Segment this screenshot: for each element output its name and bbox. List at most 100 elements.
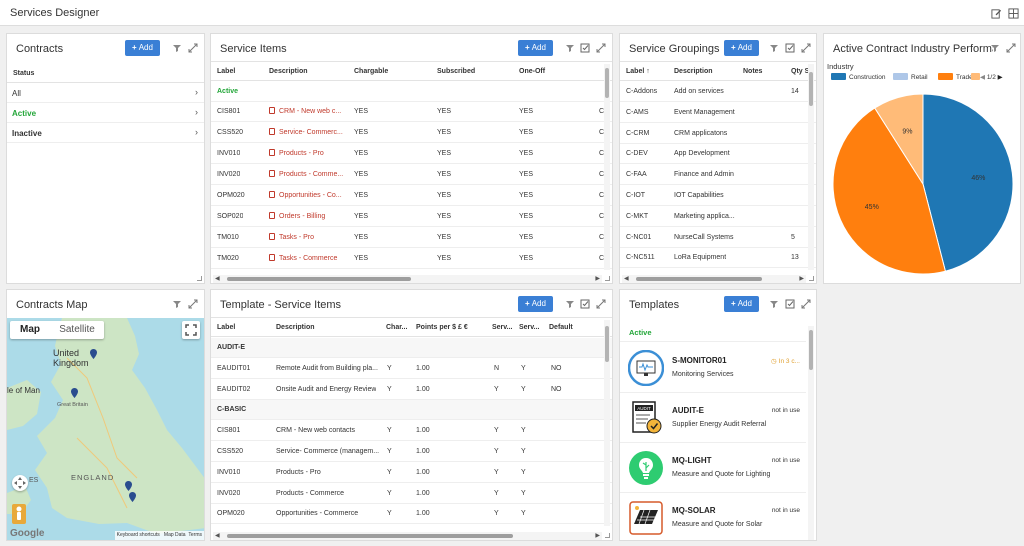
- filter-icon[interactable]: [769, 299, 779, 309]
- column-description[interactable]: Description: [674, 62, 713, 82]
- resize-handle[interactable]: [605, 276, 610, 281]
- column-label[interactable]: Label ↑: [626, 62, 650, 82]
- table-row[interactable]: C-IOT IOT Capabilities: [620, 186, 816, 206]
- resize-handle[interactable]: [809, 276, 814, 281]
- table-row[interactable]: EAUDIT01 Remote Audit from Building pla..…: [211, 359, 612, 379]
- table-row[interactable]: C-MKT Marketing applica...: [620, 207, 816, 227]
- template-item[interactable]: MQ-LIGHT Measure and Quote for Lighting no…: [620, 443, 806, 493]
- expand-icon[interactable]: [596, 43, 606, 53]
- template-item[interactable]: AUDIT AUDIT-E Supplier Energy Audit Referr…: [620, 393, 806, 443]
- table-row[interactable]: C-NC511 LoRa Equipment 13: [620, 248, 816, 269]
- add-template-button[interactable]: + Add: [724, 296, 759, 312]
- table-row[interactable]: CIS801 CRM - New web contacts Y 1.00 Y Y: [211, 421, 612, 442]
- resize-handle[interactable]: [197, 276, 202, 281]
- template-item[interactable]: MQ-SOLAR Measure and Quote for Solar not i…: [620, 493, 806, 540]
- map-canvas[interactable]: Map Satellite United Kingdom le of Man G…: [7, 318, 204, 540]
- add-service-item-button[interactable]: + Add: [518, 40, 553, 56]
- layout-grid-icon[interactable]: [1008, 8, 1019, 19]
- column-service-2[interactable]: Serv...: [519, 318, 540, 338]
- column-default[interactable]: Default: [549, 318, 573, 338]
- column-points[interactable]: Points per $ £ €: [416, 318, 468, 338]
- cell-description[interactable]: Products - Comme...: [269, 165, 349, 185]
- cell-description[interactable]: Products - Pro: [269, 144, 349, 164]
- column-qty[interactable]: Qty S: [791, 62, 809, 82]
- expand-icon[interactable]: [188, 299, 198, 309]
- filter-icon[interactable]: [565, 43, 575, 53]
- group-row[interactable]: C-BASIC: [211, 400, 612, 421]
- map-marker-icon[interactable]: [129, 492, 136, 502]
- column-chargable[interactable]: Chargable: [354, 62, 388, 82]
- expand-icon[interactable]: [1006, 43, 1016, 53]
- edit-icon[interactable]: [991, 8, 1002, 19]
- legend-item[interactable]: Trade: [938, 73, 973, 82]
- fullscreen-icon[interactable]: [182, 321, 200, 339]
- vertical-scrollbar[interactable]: [604, 64, 610, 270]
- table-row[interactable]: CSS520 Service- Commerce (managem... Y 1.00…: [211, 442, 612, 463]
- contract-status-inactive[interactable]: Inactive ›: [7, 123, 204, 143]
- table-row[interactable]: INV010 Products - Pro Y 1.00 Y Y: [211, 463, 612, 483]
- column-subscribed[interactable]: Subscribed: [437, 62, 475, 82]
- checkbox-select-icon[interactable]: [785, 43, 795, 53]
- legend-item[interactable]: Construction: [831, 73, 886, 82]
- table-row[interactable]: C-CRM CRM applicatons: [620, 124, 816, 144]
- map-tab[interactable]: Map: [10, 321, 50, 339]
- cell-description[interactable]: Orders - Billing: [269, 207, 349, 227]
- cell-description[interactable]: CRM - New web c...: [269, 102, 349, 122]
- street-view-pegman-icon[interactable]: [12, 504, 26, 524]
- horizontal-scrollbar[interactable]: ◀ ▶: [213, 532, 602, 540]
- cell-description[interactable]: Tasks - Pro: [269, 228, 349, 248]
- table-row[interactable]: C-NC01 NurseCall Systems 5: [620, 228, 816, 248]
- expand-icon[interactable]: [801, 299, 811, 309]
- table-row[interactable]: INV020 Products - Commerce Y 1.00 Y Y: [211, 484, 612, 504]
- map-marker-icon[interactable]: [71, 388, 78, 398]
- add-grouping-button[interactable]: + Add: [724, 40, 759, 56]
- add-contract-button[interactable]: + Add: [125, 40, 160, 56]
- map-data-link[interactable]: Map Data: [164, 532, 186, 538]
- group-row[interactable]: AUDIT-E: [211, 338, 612, 358]
- table-row[interactable]: TM020 Tasks - Commerce YES YES YES C: [211, 249, 612, 269]
- cell-description[interactable]: Service- Commerc...: [269, 123, 349, 143]
- column-service-1[interactable]: Serv...: [492, 318, 513, 338]
- filter-icon[interactable]: [565, 299, 575, 309]
- checkbox-select-icon[interactable]: [580, 299, 590, 309]
- horizontal-scrollbar[interactable]: ◀ ▶: [213, 275, 602, 283]
- table-row[interactable]: C-FAA Finance and Admin: [620, 165, 816, 186]
- column-oneoff[interactable]: One-Off: [519, 62, 545, 82]
- table-row[interactable]: SOP020 Orders - Billing YES YES YES C: [211, 207, 612, 227]
- table-row[interactable]: INV010 Products - Pro YES YES YES C: [211, 144, 612, 164]
- table-row[interactable]: OPM020 Opportunities - Co... YES YES YES C: [211, 186, 612, 206]
- add-template-item-button[interactable]: + Add: [518, 296, 553, 312]
- column-label[interactable]: Label: [217, 62, 235, 82]
- column-description[interactable]: Description: [269, 62, 308, 82]
- filter-icon[interactable]: [990, 43, 1000, 53]
- legend-item[interactable]: Retail: [893, 73, 928, 82]
- cell-description[interactable]: Tasks - Commerce: [269, 249, 349, 269]
- table-row[interactable]: CSS520 Service- Commerc... YES YES YES C: [211, 123, 612, 143]
- map-marker-icon[interactable]: [90, 349, 97, 359]
- map-marker-icon[interactable]: [125, 481, 132, 491]
- table-row[interactable]: CIS801 CRM - New web c... YES YES YES C: [211, 102, 612, 122]
- terms-link[interactable]: Terms: [188, 532, 202, 538]
- pan-control-icon[interactable]: [12, 475, 28, 491]
- table-row[interactable]: OPM020 Opportunities - Commerce Y 1.00 Y Y: [211, 504, 612, 525]
- table-row[interactable]: C-AMS Event Management: [620, 103, 816, 123]
- filter-icon[interactable]: [172, 299, 182, 309]
- column-notes[interactable]: Notes: [743, 62, 762, 82]
- table-row[interactable]: C-Addons Add on services 14: [620, 82, 816, 102]
- table-row[interactable]: INV020 Products - Comme... YES YES YES C: [211, 165, 612, 185]
- contract-status-active[interactable]: Active ›: [7, 103, 204, 123]
- expand-icon[interactable]: [188, 43, 198, 53]
- table-row[interactable]: C-DEV App Development: [620, 144, 816, 165]
- table-row[interactable]: EAUDIT02 Onsite Audit and Energy Review Y 1…: [211, 380, 612, 400]
- expand-icon[interactable]: [801, 43, 811, 53]
- satellite-tab[interactable]: Satellite: [50, 321, 104, 339]
- legend-prev-icon[interactable]: ◀: [980, 74, 985, 81]
- template-item[interactable]: S-MONITOR01 Monitoring Services ◷ In 3 c...: [620, 343, 806, 393]
- column-description[interactable]: Description: [276, 318, 315, 338]
- resize-handle[interactable]: [605, 533, 610, 538]
- vertical-scrollbar[interactable]: [808, 326, 814, 540]
- cell-description[interactable]: Opportunities - Co...: [269, 186, 349, 206]
- vertical-scrollbar[interactable]: [808, 64, 814, 270]
- expand-icon[interactable]: [596, 299, 606, 309]
- column-chargable[interactable]: Char...: [386, 318, 407, 338]
